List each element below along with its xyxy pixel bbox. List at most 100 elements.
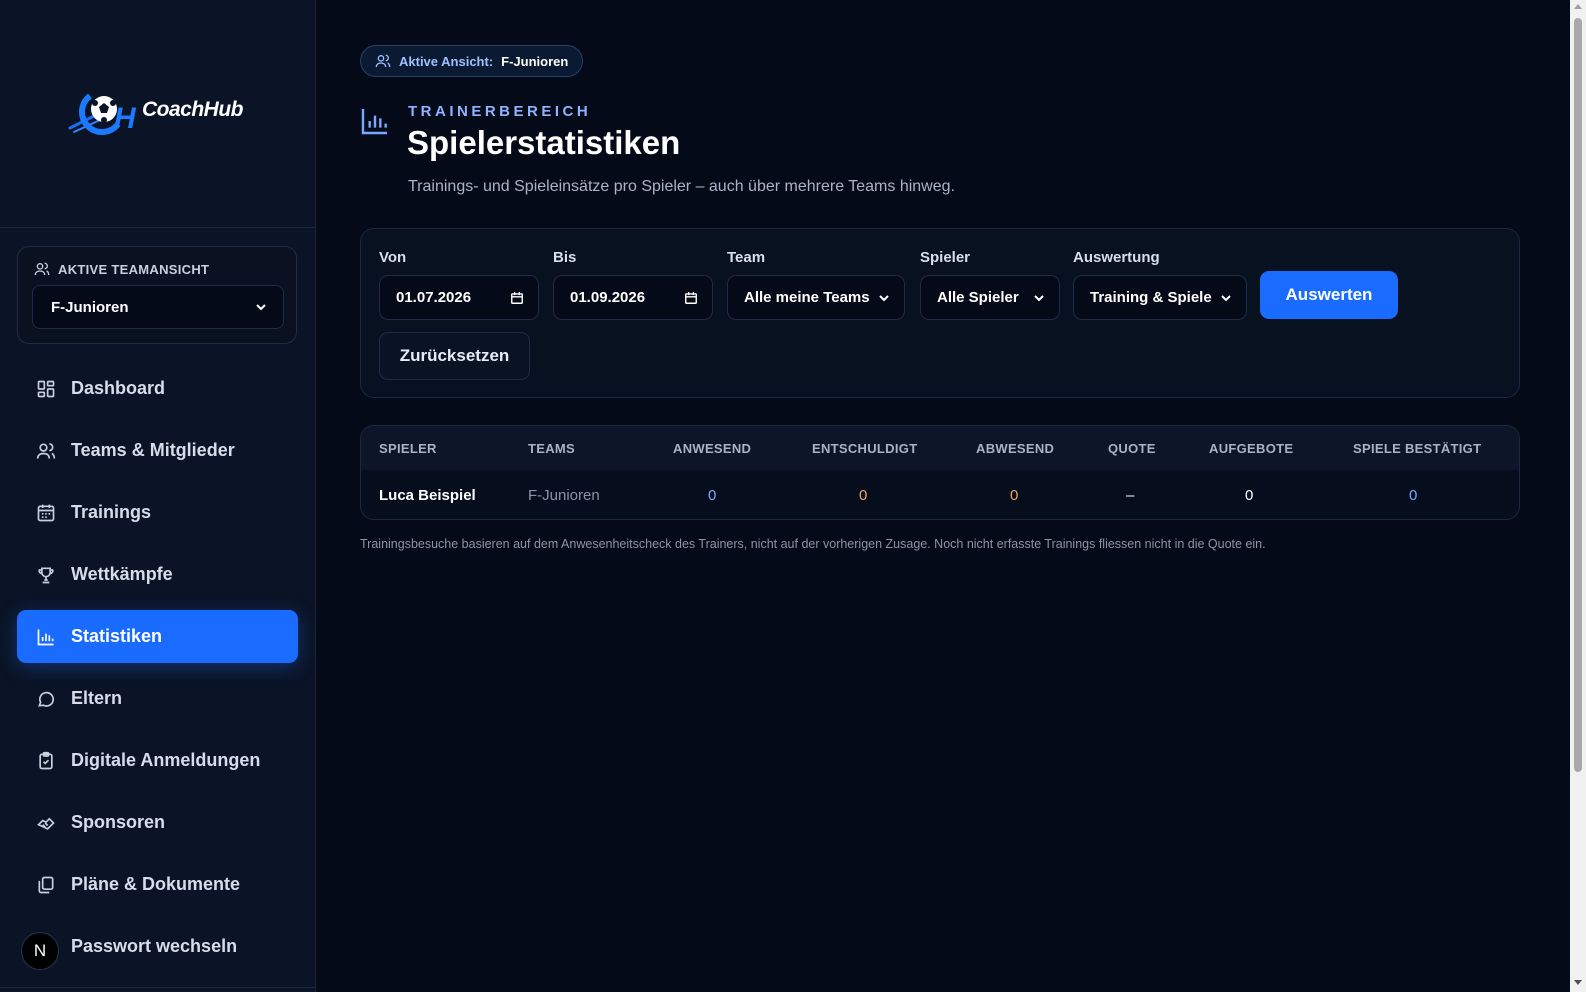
brand-name: CoachHub: [142, 98, 244, 121]
sidebar-item-sponsoren[interactable]: Sponsoren: [17, 796, 298, 849]
calendar-icon[interactable]: [510, 291, 524, 305]
users-icon: [35, 440, 57, 462]
scroll-down-arrow-icon[interactable]: [1574, 980, 1582, 985]
reset-button[interactable]: Zurücksetzen: [379, 332, 530, 380]
col-header-aufgebote[interactable]: AUFGEBOTE: [1209, 441, 1293, 456]
chevron-down-icon: [879, 294, 889, 301]
filter-auswertung-label: Auswertung: [1073, 249, 1160, 266]
sidebar-divider: [0, 987, 315, 988]
sidebar-item-wettkaempfe[interactable]: Wettkämpfe: [17, 548, 298, 601]
documents-icon: [35, 874, 57, 896]
section-eyebrow: TRAINERBEREICH: [408, 103, 592, 120]
active-team-label-row: AKTIVE TEAMANSICHT: [34, 261, 209, 277]
chevron-down-icon: [256, 304, 266, 311]
table-row[interactable]: Luca Beispiel F-Junioren 0 0 0 – 0 0: [361, 470, 1519, 519]
sidebar-item-passwort-wechseln[interactable]: Passwort wechseln: [17, 920, 298, 973]
team-filter-select[interactable]: Alle meine Teams: [727, 275, 905, 320]
cell-spieler[interactable]: Luca Beispiel: [379, 487, 476, 504]
col-header-entschuldigt[interactable]: ENTSCHULDIGT: [812, 441, 917, 456]
col-header-anwesend[interactable]: ANWESEND: [673, 441, 751, 456]
sidebar-item-plaene-dokumente[interactable]: Pläne & Dokumente: [17, 858, 298, 911]
stats-table: SPIELER TEAMS ANWESEND ENTSCHULDIGT ABWE…: [360, 425, 1520, 520]
cell-entschuldigt: 0: [859, 486, 868, 504]
sidebar-item-label: Statistiken: [71, 626, 163, 646]
col-header-quote[interactable]: QUOTE: [1108, 441, 1156, 456]
sidebar-item-label: Wettkämpfe: [71, 564, 173, 584]
filter-team: Team Alle meine Teams: [727, 249, 905, 320]
active-view-pill: Aktive Ansicht: F-Junioren: [360, 45, 584, 77]
evaluation-type-select[interactable]: Training & Spiele: [1073, 275, 1247, 320]
coachhub-logo[interactable]: H CoachHub: [68, 84, 244, 136]
bar-chart-icon: [359, 105, 391, 142]
page-subtitle: Trainings- und Spieleinsätze pro Spieler…: [408, 178, 955, 195]
svg-text:H: H: [114, 102, 137, 135]
col-header-spieler[interactable]: SPIELER: [379, 441, 437, 456]
logo-area: H CoachHub: [0, 0, 315, 228]
filter-spieler: Spieler Alle Spieler: [920, 249, 1060, 320]
sidebar-item-label: Sponsoren: [71, 812, 166, 832]
sidebar-item-dashboard[interactable]: Dashboard: [17, 362, 298, 415]
sidebar-item-statistiken[interactable]: Statistiken: [17, 610, 298, 663]
sidebar-item-label: Trainings: [71, 502, 152, 522]
filter-spieler-label: Spieler: [920, 249, 971, 266]
date-from-input[interactable]: 01.07.2026: [379, 275, 539, 320]
sidebar-item-label: Teams & Mitglieder: [71, 440, 235, 460]
table-header: SPIELER TEAMS ANWESEND ENTSCHULDIGT ABWE…: [361, 426, 1519, 470]
sidebar-item-label: Pläne & Dokumente: [71, 874, 241, 894]
sidebar-item-label: Eltern: [71, 688, 123, 708]
vertical-scrollbar[interactable]: [1570, 0, 1586, 992]
sidebar-item-label: Passwort wechseln: [71, 936, 238, 956]
filter-von-label: Von: [379, 249, 407, 266]
filter-auswertung: Auswertung Training & Spiele: [1073, 249, 1247, 320]
filter-von: Von 01.07.2026: [379, 249, 539, 320]
player-filter-value: Alle Spieler: [937, 289, 1019, 306]
calendar-icon: [35, 502, 57, 524]
date-to-value: 01.09.2026: [570, 289, 646, 306]
avatar-letter: N: [33, 941, 47, 960]
active-team-label: AKTIVE TEAMANSICHT: [58, 261, 210, 277]
scrollbar-thumb[interactable]: [1574, 18, 1582, 772]
calendar-icon[interactable]: [684, 291, 698, 305]
sidebar-item-digitale-anmeldungen[interactable]: Digitale Anmeldungen: [17, 734, 298, 787]
sidebar-nav: Dashboard Teams & Mitglieder Trainings W…: [17, 362, 298, 982]
page-title: Spielerstatistiken: [407, 124, 681, 161]
col-header-spiele-bestaetigt[interactable]: SPIELE BESTÄTIGT: [1353, 441, 1481, 456]
active-view-value: F-Junioren: [501, 53, 569, 69]
player-filter-select[interactable]: Alle Spieler: [920, 275, 1060, 320]
sidebar-item-label: Digitale Anmeldungen: [71, 750, 261, 770]
avatar[interactable]: N: [21, 932, 59, 970]
evaluate-button[interactable]: Auswerten: [1260, 271, 1398, 319]
cell-aufgebote: 0: [1245, 486, 1254, 504]
clipboard-check-icon: [35, 750, 57, 772]
date-from-value: 01.07.2026: [396, 289, 472, 306]
users-icon: [34, 262, 50, 276]
date-to-input[interactable]: 01.09.2026: [553, 275, 713, 320]
cell-abwesend: 0: [1010, 486, 1019, 504]
col-header-abwesend[interactable]: ABWESEND: [976, 441, 1054, 456]
sidebar-item-trainings[interactable]: Trainings: [17, 486, 298, 539]
users-icon: [375, 54, 391, 68]
team-select-value: F-Junioren: [51, 298, 129, 316]
sidebar-item-eltern[interactable]: Eltern: [17, 672, 298, 725]
sidebar: H CoachHub AKTIVE TEAMANSICHT F-Junioren…: [0, 0, 316, 992]
team-select[interactable]: F-Junioren: [32, 285, 284, 329]
active-team-box: AKTIVE TEAMANSICHT F-Junioren: [17, 246, 297, 344]
filter-team-label: Team: [727, 249, 766, 266]
chevron-down-icon: [1034, 294, 1044, 301]
col-header-teams[interactable]: TEAMS: [528, 441, 575, 456]
cell-spiele-bestaetigt: 0: [1409, 486, 1418, 504]
cell-teams: F-Junioren: [528, 486, 600, 504]
filter-bis-label: Bis: [553, 249, 577, 266]
active-view-label: Aktive Ansicht:: [399, 53, 494, 69]
cell-anwesend: 0: [708, 486, 717, 504]
chat-icon: [35, 688, 57, 710]
scroll-up-arrow-icon[interactable]: [1574, 4, 1582, 9]
trophy-icon: [35, 564, 57, 586]
footnote: Trainingsbesuche basieren auf dem Anwese…: [360, 537, 1266, 551]
chevron-down-icon: [1221, 294, 1231, 301]
sidebar-item-teams[interactable]: Teams & Mitglieder: [17, 424, 298, 477]
soccer-ball-logo-icon: H: [68, 93, 137, 135]
team-filter-value: Alle meine Teams: [744, 289, 870, 306]
evaluation-type-value: Training & Spiele: [1090, 289, 1212, 306]
grid-icon: [35, 378, 57, 400]
